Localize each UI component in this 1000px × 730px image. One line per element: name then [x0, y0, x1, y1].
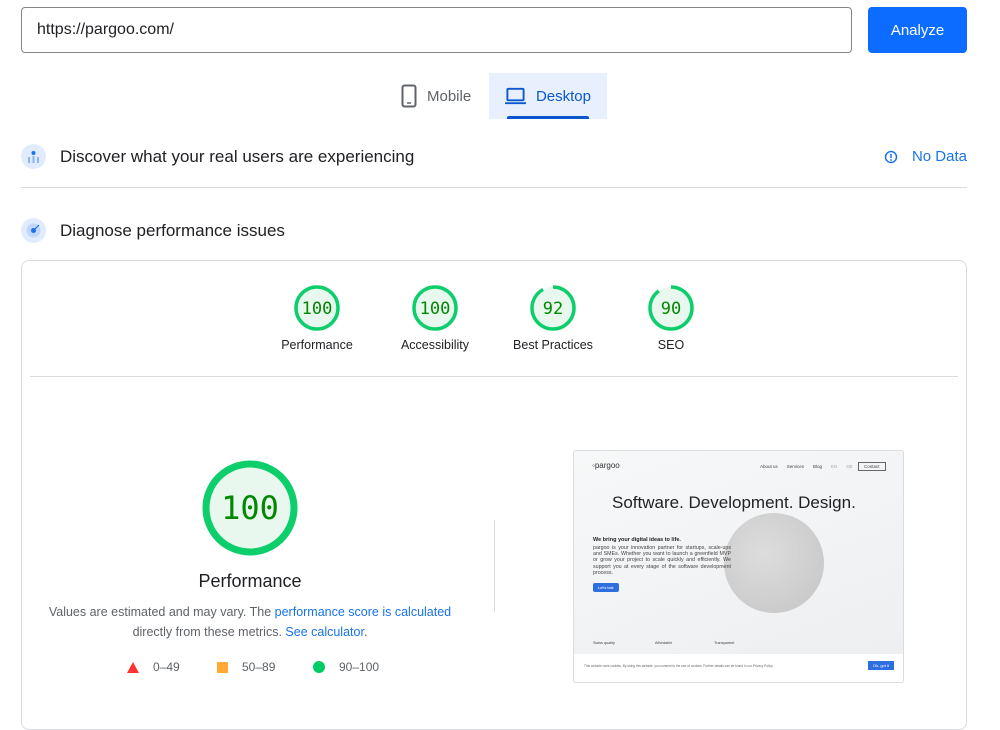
gauge-ring: 100: [294, 285, 340, 331]
tab-label: Desktop: [535, 87, 591, 105]
score-gauge-seo[interactable]: 90 SEO: [616, 284, 726, 352]
desc-text: .: [363, 625, 368, 639]
nav: About us Services Blog EN DE: [760, 464, 853, 469]
score-value: 100: [302, 299, 333, 319]
score-gauge-performance[interactable]: 100 Performance: [262, 284, 372, 352]
main-score-label: Performance: [198, 571, 302, 591]
vertical-divider: [494, 520, 495, 612]
legend-label: 50–89: [242, 660, 276, 674]
triangle-icon: [127, 661, 139, 673]
see-calculator-link[interactable]: See calculator: [285, 625, 364, 639]
logo: ◦pargoo: [592, 461, 620, 470]
legend-fail: 0–49: [127, 660, 180, 674]
page-screenshot: ◦pargoo About us Services Blog EN DE Contact…: [573, 450, 904, 683]
phone-icon: [401, 84, 417, 108]
gauge-ring: 92: [530, 285, 576, 331]
subhead: We bring your digital ideas to life.: [593, 537, 681, 543]
no-data-status[interactable]: No Data: [884, 148, 967, 165]
body-text: pargoo is your innovation partner for st…: [593, 545, 731, 576]
square-icon: [217, 661, 228, 673]
score-label: SEO: [657, 338, 685, 352]
no-data-label: No Data: [911, 148, 967, 165]
score-label: Best Practices: [513, 338, 593, 352]
divider: [30, 376, 958, 377]
gauge-ring: 100: [412, 285, 458, 331]
main-performance-gauge: 100: [195, 460, 305, 556]
gauge-ring: 90: [648, 285, 694, 331]
score-value: 100: [420, 299, 451, 319]
circle-icon: [313, 661, 325, 673]
legend-pass: 90–100: [313, 660, 379, 674]
score-gauge-best-practices[interactable]: 92 Best Practices: [498, 284, 608, 352]
cookie-banner: This website uses cookies. By using this…: [574, 654, 903, 682]
radar-icon: [21, 218, 46, 243]
info-icon: [884, 150, 898, 163]
divider: [21, 187, 967, 188]
lab-data-title: Diagnose performance issues: [60, 220, 285, 240]
score-calculated-link[interactable]: performance score is calculated: [275, 605, 451, 619]
legend-average: 50–89: [217, 660, 275, 674]
score-value: 92: [543, 299, 563, 319]
laptop-icon: [505, 87, 526, 105]
score-label: Accessibility: [400, 338, 470, 352]
field-data-header: Discover what your real users are experi…: [21, 144, 414, 169]
desc-text: Values are estimated and may vary. The: [48, 605, 275, 619]
globe-image: [724, 513, 824, 613]
score-value: 90: [661, 299, 681, 319]
legend-label: 0–49: [153, 660, 180, 674]
lab-data-header: Diagnose performance issues: [21, 218, 285, 243]
contact-button: Contact: [858, 462, 886, 471]
score-gauge-accessibility[interactable]: 100 Accessibility: [380, 284, 490, 352]
analyze-button[interactable]: Analyze: [868, 7, 967, 53]
field-data-title: Discover what your real users are experi…: [60, 146, 415, 166]
users-chart-icon: [21, 144, 46, 169]
tab-desktop[interactable]: Desktop: [489, 73, 607, 119]
score-description: Values are estimated and may vary. The p…: [40, 602, 460, 642]
score-label: Performance: [281, 338, 353, 352]
tab-label: Mobile: [427, 87, 472, 105]
tab-mobile[interactable]: Mobile: [385, 73, 489, 119]
desc-text: directly from these metrics.: [132, 625, 286, 639]
main-score-value: 100: [221, 489, 279, 527]
url-input[interactable]: [21, 7, 852, 53]
legend-label: 90–100: [339, 660, 380, 674]
headline: Software. Development. Design.: [612, 493, 856, 512]
cta: Let's talk: [593, 583, 619, 592]
